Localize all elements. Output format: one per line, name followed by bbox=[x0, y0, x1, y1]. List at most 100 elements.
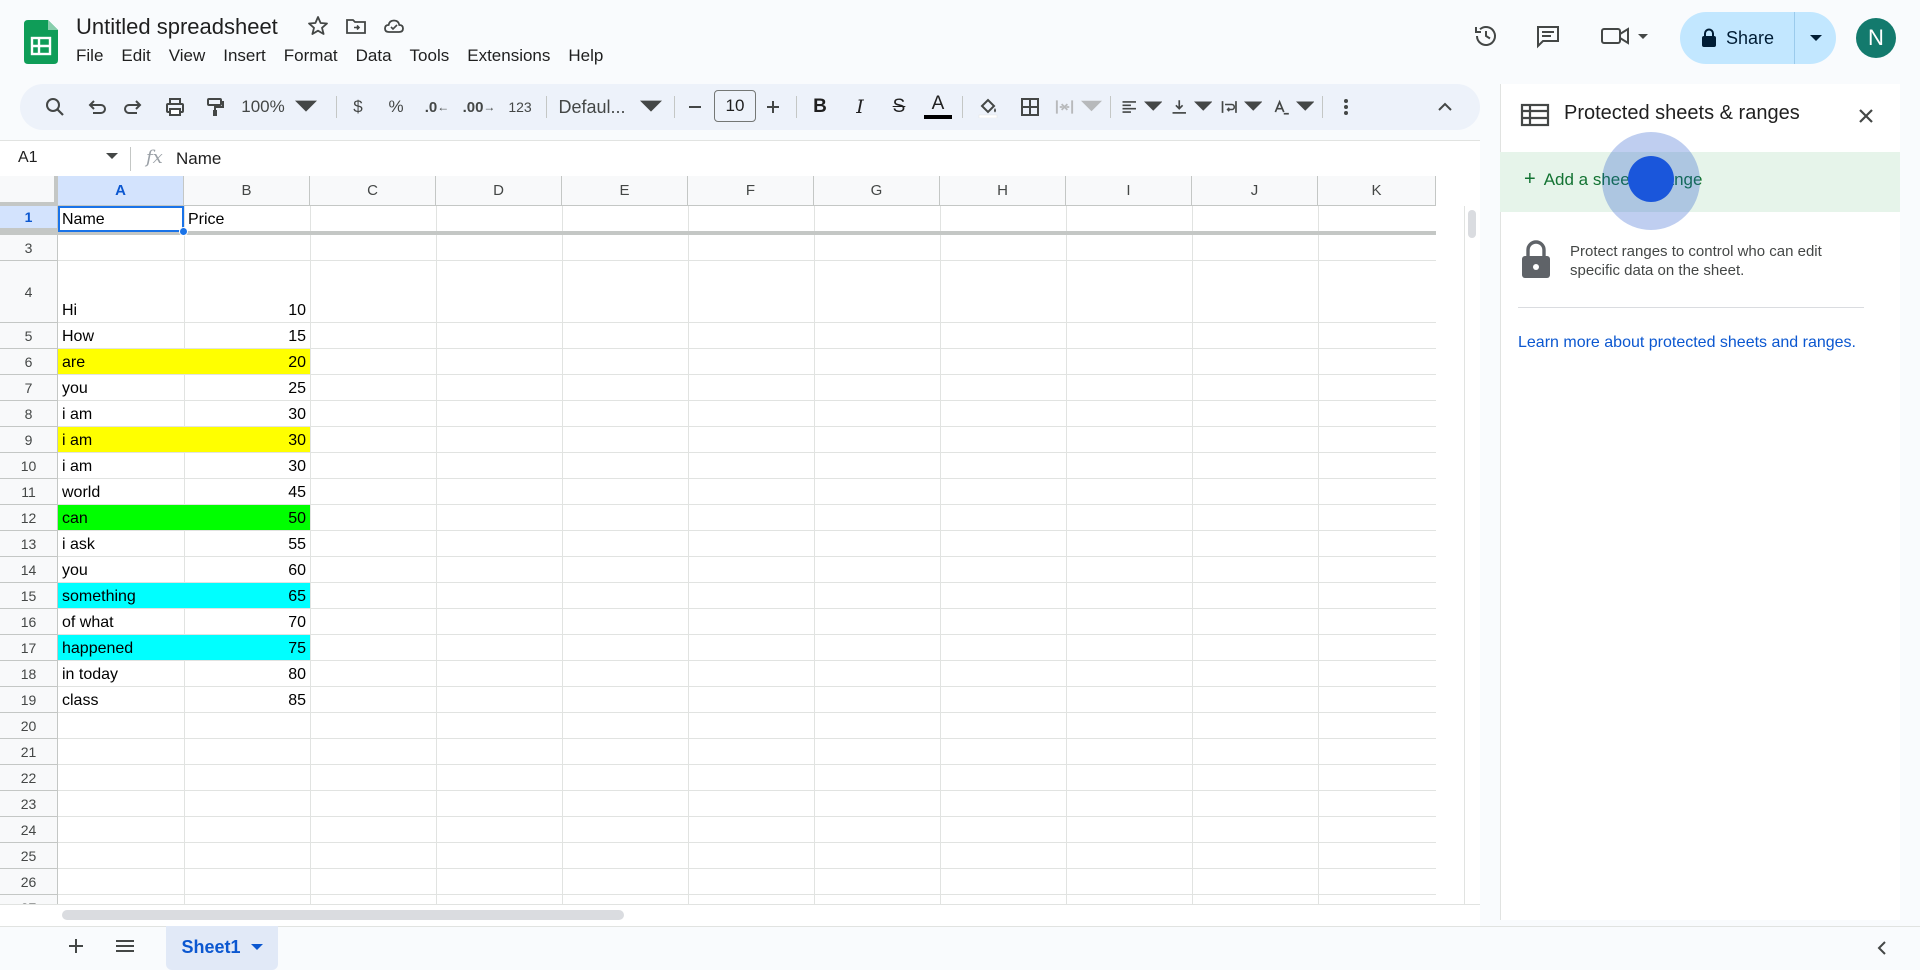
cell-b7[interactable]: 25 bbox=[184, 375, 310, 401]
row-header-20[interactable]: 20 bbox=[0, 713, 58, 739]
row-header-19[interactable]: 19 bbox=[0, 687, 58, 713]
cell-a12[interactable]: can bbox=[58, 505, 184, 531]
row-header-22[interactable]: 22 bbox=[0, 765, 58, 791]
cell-a16[interactable]: of what bbox=[58, 609, 184, 635]
format-currency-button[interactable]: $ bbox=[346, 84, 370, 130]
row-header-15[interactable]: 15 bbox=[0, 583, 58, 609]
cell-a22[interactable] bbox=[58, 765, 184, 791]
cell-a11[interactable]: world bbox=[58, 479, 184, 505]
all-sheets-icon[interactable] bbox=[114, 936, 136, 956]
cell-a13[interactable]: i ask bbox=[58, 531, 184, 557]
cell-a20[interactable] bbox=[58, 713, 184, 739]
row-header-26[interactable]: 26 bbox=[0, 869, 58, 895]
column-header-f[interactable]: F bbox=[688, 176, 814, 206]
row-header-12[interactable]: 12 bbox=[0, 505, 58, 531]
strikethrough-button[interactable]: S bbox=[884, 84, 914, 130]
vertical-align-button[interactable] bbox=[1170, 84, 1212, 130]
menu-tools[interactable]: Tools bbox=[402, 46, 460, 66]
row-header-4[interactable]: 4 bbox=[0, 261, 58, 323]
cell-b23[interactable] bbox=[184, 791, 310, 817]
meet-video-icon[interactable] bbox=[1600, 22, 1652, 50]
cell-b6[interactable]: 20 bbox=[184, 349, 310, 375]
cell-a19[interactable]: class bbox=[58, 687, 184, 713]
menu-edit[interactable]: Edit bbox=[113, 46, 160, 66]
column-header-k[interactable]: K bbox=[1318, 176, 1436, 206]
cloud-saved-icon[interactable] bbox=[382, 14, 406, 38]
more-formats-button[interactable]: 123 bbox=[502, 84, 538, 130]
cell-a23[interactable] bbox=[58, 791, 184, 817]
row-header-24[interactable]: 24 bbox=[0, 817, 58, 843]
cell-a18[interactable]: in today bbox=[58, 661, 184, 687]
formula-input[interactable]: Name bbox=[176, 149, 221, 169]
column-header-j[interactable]: J bbox=[1192, 176, 1318, 206]
chevron-left-icon[interactable] bbox=[1874, 940, 1890, 956]
row-header-18[interactable]: 18 bbox=[0, 661, 58, 687]
cell-b26[interactable] bbox=[184, 869, 310, 895]
vertical-scrollbar[interactable] bbox=[1464, 206, 1480, 906]
cell-b11[interactable]: 45 bbox=[184, 479, 310, 505]
column-header-h[interactable]: H bbox=[940, 176, 1066, 206]
add-sheet-icon[interactable] bbox=[66, 936, 86, 956]
menu-data[interactable]: Data bbox=[348, 46, 402, 66]
cell-a14[interactable]: you bbox=[58, 557, 184, 583]
star-icon[interactable] bbox=[306, 14, 330, 38]
hide-menus-button[interactable] bbox=[1430, 84, 1460, 130]
cell-b25[interactable] bbox=[184, 843, 310, 869]
row-header-1[interactable]: 1 bbox=[0, 206, 58, 232]
format-percent-button[interactable]: % bbox=[384, 84, 408, 130]
cell-b19[interactable]: 85 bbox=[184, 687, 310, 713]
sheet-tab-sheet1[interactable]: Sheet1 bbox=[166, 924, 278, 970]
row-header-14[interactable]: 14 bbox=[0, 557, 58, 583]
menu-file[interactable]: File bbox=[68, 46, 113, 66]
fill-color-button[interactable] bbox=[972, 84, 1004, 130]
row-header-7[interactable]: 7 bbox=[0, 375, 58, 401]
cell-b9[interactable]: 30 bbox=[184, 427, 310, 453]
version-history-icon[interactable] bbox=[1472, 22, 1500, 50]
cell-a10[interactable]: i am bbox=[58, 453, 184, 479]
cell-b14[interactable]: 60 bbox=[184, 557, 310, 583]
cell-a15[interactable]: something bbox=[58, 583, 184, 609]
column-header-i[interactable]: I bbox=[1066, 176, 1192, 206]
italic-button[interactable]: I bbox=[846, 84, 874, 130]
cell-a17[interactable]: happened bbox=[58, 635, 184, 661]
text-wrapping-button[interactable] bbox=[1220, 84, 1262, 130]
print-button[interactable] bbox=[160, 84, 190, 130]
row-header-10[interactable]: 10 bbox=[0, 453, 58, 479]
search-menus-button[interactable] bbox=[40, 84, 70, 130]
cell-b21[interactable] bbox=[184, 739, 310, 765]
column-header-g[interactable]: G bbox=[814, 176, 940, 206]
column-header-d[interactable]: D bbox=[436, 176, 562, 206]
zoom-select[interactable]: 100% bbox=[238, 84, 320, 130]
cell-b4[interactable]: 10 bbox=[184, 261, 310, 323]
cell-b10[interactable]: 30 bbox=[184, 453, 310, 479]
menu-help[interactable]: Help bbox=[560, 46, 613, 66]
cell-a24[interactable] bbox=[58, 817, 184, 843]
cell-b20[interactable] bbox=[184, 713, 310, 739]
more-options-button[interactable] bbox=[1332, 84, 1360, 130]
comments-icon[interactable] bbox=[1534, 22, 1562, 50]
horizontal-align-button[interactable] bbox=[1120, 84, 1162, 130]
cell-a4[interactable]: Hi bbox=[58, 261, 184, 323]
cell-b13[interactable]: 55 bbox=[184, 531, 310, 557]
vertical-scroll-thumb[interactable] bbox=[1468, 210, 1476, 238]
cell-b15[interactable]: 65 bbox=[184, 583, 310, 609]
share-button[interactable]: Share bbox=[1680, 12, 1794, 64]
undo-button[interactable] bbox=[80, 84, 110, 130]
document-title[interactable]: Untitled spreadsheet bbox=[76, 14, 278, 40]
text-color-button[interactable]: A bbox=[922, 84, 954, 130]
menu-insert[interactable]: Insert bbox=[215, 46, 276, 66]
bold-button[interactable]: B bbox=[806, 84, 834, 130]
font-select[interactable]: Defaul... bbox=[558, 84, 662, 130]
column-header-e[interactable]: E bbox=[562, 176, 688, 206]
cell-a7[interactable]: you bbox=[58, 375, 184, 401]
cell-b18[interactable]: 80 bbox=[184, 661, 310, 687]
paint-format-button[interactable] bbox=[200, 84, 230, 130]
cell-a6[interactable]: are bbox=[58, 349, 184, 375]
cell-b16[interactable]: 70 bbox=[184, 609, 310, 635]
column-header-b[interactable]: B bbox=[184, 176, 310, 206]
cell-b22[interactable] bbox=[184, 765, 310, 791]
move-folder-icon[interactable] bbox=[344, 14, 368, 38]
cell-a8[interactable]: i am bbox=[58, 401, 184, 427]
decrease-decimal-button[interactable]: .0 ← bbox=[420, 84, 454, 130]
select-all-corner[interactable] bbox=[0, 176, 58, 206]
